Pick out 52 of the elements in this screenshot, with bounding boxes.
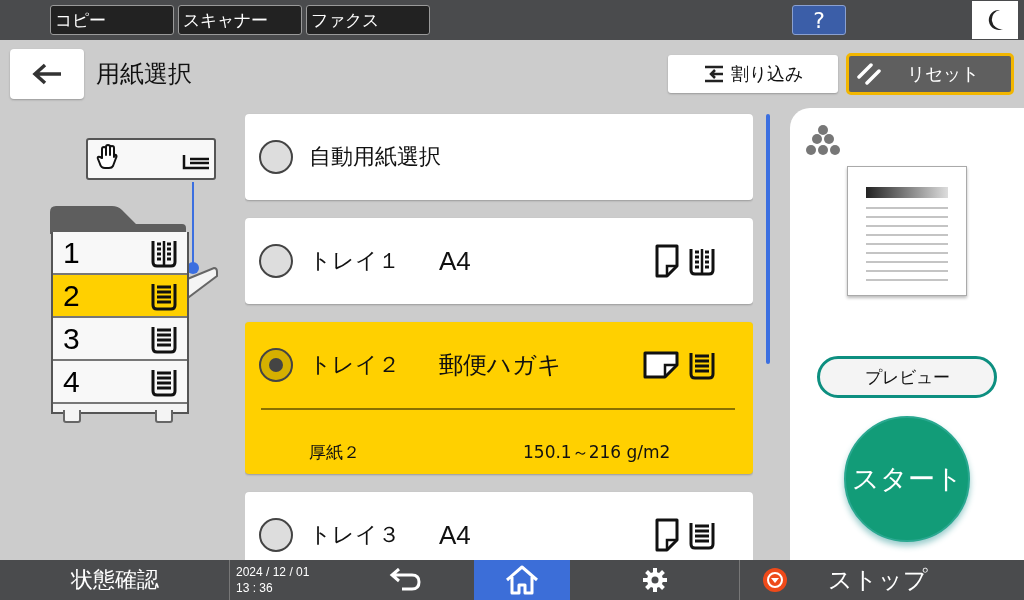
app-tab[interactable]: ファクス — [306, 5, 430, 35]
app-tab[interactable]: スキャナー — [178, 5, 302, 35]
return-arrow-icon — [388, 568, 422, 592]
tray-number: 4 — [63, 364, 80, 399]
paper-option[interactable]: トレイ２ 郵便ハガキ 厚紙２ 150.1～216 g/m2 — [245, 322, 753, 474]
time-text: 13 : 36 — [236, 580, 274, 596]
date-text: 2024 / 12 / 01 — [236, 564, 311, 580]
screen-title: 用紙選択 — [96, 59, 192, 90]
paper-size: 郵便ハガキ — [439, 350, 563, 381]
preview-button[interactable]: プレビュー — [817, 356, 997, 398]
hand-icon — [96, 144, 118, 170]
moon-icon — [986, 9, 1004, 31]
paper-option[interactable]: 自動用紙選択 — [245, 114, 753, 200]
paper-stack-icon — [687, 520, 717, 550]
paper-weight: 150.1～216 g/m2 — [523, 441, 671, 464]
split-tray-icon — [687, 246, 717, 276]
paper-type: 厚紙２ — [308, 441, 361, 464]
interrupt-button[interactable]: 割り込み — [668, 55, 838, 93]
status-check-button[interactable]: 状態確認 — [0, 560, 230, 600]
stop-icon — [762, 567, 788, 593]
paper-option[interactable]: トレイ３ A4 — [245, 492, 753, 560]
option-label: トレイ１ — [309, 247, 401, 275]
help-button[interactable]: ? — [792, 5, 846, 35]
option-label: 自動用紙選択 — [309, 143, 439, 171]
energy-saver-button[interactable] — [972, 1, 1018, 39]
option-label: トレイ２ — [309, 351, 401, 379]
stop-button[interactable]: ストップ — [740, 560, 1024, 600]
landscape-paper-icon — [643, 351, 679, 379]
interrupt-icon — [703, 64, 725, 84]
tray-number: 1 — [63, 235, 80, 270]
tray-number: 2 — [63, 278, 80, 313]
paper-size: A4 — [439, 245, 472, 277]
paper-size: A4 — [439, 519, 472, 551]
bypass-tray-icon — [182, 153, 210, 171]
portrait-paper-icon — [655, 244, 679, 278]
double-slash-icon — [857, 63, 881, 85]
app-tab[interactable]: コピー — [50, 5, 174, 35]
radio-button[interactable] — [259, 348, 293, 382]
back-arrow-icon — [32, 63, 62, 85]
back-button[interactable] — [10, 49, 84, 99]
option-label: トレイ３ — [309, 521, 401, 549]
radio-button[interactable] — [259, 140, 293, 174]
toner-dots-icon — [804, 124, 842, 156]
paper-option[interactable]: トレイ１ A4 — [245, 218, 753, 304]
paper-stack-icon — [687, 350, 717, 380]
reset-button[interactable]: リセット — [846, 53, 1014, 95]
home-icon — [505, 565, 539, 595]
portrait-paper-icon — [655, 518, 679, 552]
radio-button[interactable] — [259, 244, 293, 278]
tray-number: 3 — [63, 321, 80, 356]
home-button[interactable] — [474, 560, 570, 600]
radio-button[interactable] — [259, 518, 293, 552]
